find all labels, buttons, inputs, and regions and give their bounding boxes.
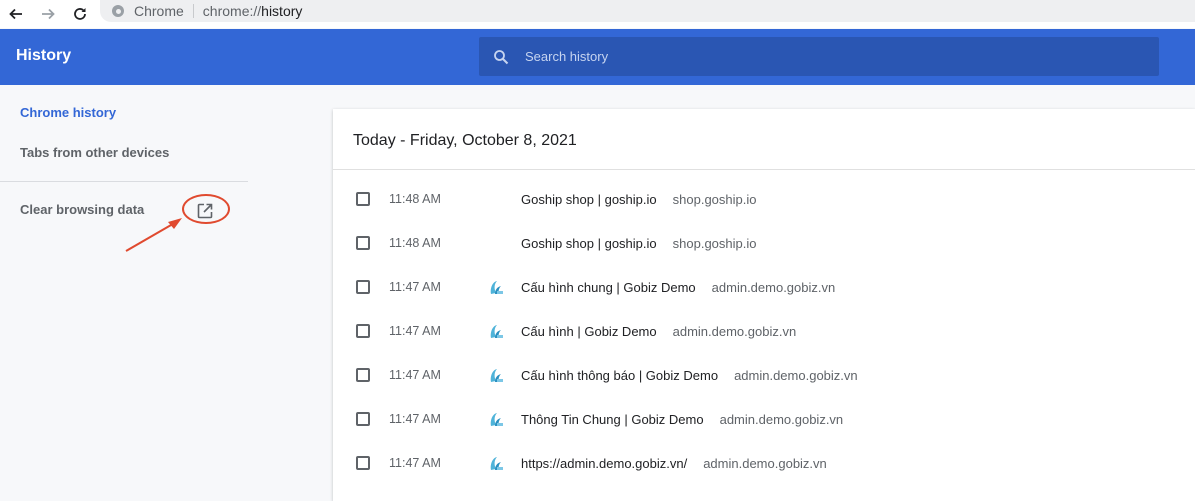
entry-domain: shop.goship.io bbox=[672, 191, 757, 207]
entry-checkbox[interactable] bbox=[356, 280, 370, 294]
history-header: History bbox=[0, 29, 1195, 85]
sidebar-item-chrome-history[interactable]: Chrome history bbox=[20, 105, 116, 120]
entry-title: Goship shop | goship.io bbox=[521, 191, 657, 207]
address-chip: Chrome bbox=[134, 4, 194, 18]
reload-button[interactable] bbox=[64, 0, 96, 28]
entry-checkbox[interactable] bbox=[356, 368, 370, 382]
sidebar-item-tabs-other-devices[interactable]: Tabs from other devices bbox=[20, 145, 169, 160]
entry-domain: shop.goship.io bbox=[672, 235, 757, 251]
address-bar[interactable]: Chrome chrome://history bbox=[100, 0, 1195, 22]
entry-title: Cấu hình | Gobiz Demo bbox=[521, 323, 657, 339]
entry-title-link[interactable]: Cấu hình thông báo | Gobiz Demo admin.dem… bbox=[521, 368, 858, 383]
entry-domain: admin.demo.gobiz.vn bbox=[719, 411, 844, 427]
entry-title-link[interactable]: Goship shop | goship.io shop.goship.io bbox=[521, 192, 756, 207]
history-entry[interactable]: 11:47 AM https://admin.demo.gobiz.vn/admi… bbox=[333, 441, 1195, 485]
entry-title: Goship shop | goship.io bbox=[521, 235, 657, 251]
entry-title-link[interactable]: https://admin.demo.gobiz.vn/admin.demo.g… bbox=[521, 456, 827, 471]
entry-title-link[interactable]: Cấu hình chung | Gobiz Demo admin.demo.go… bbox=[521, 280, 835, 295]
reload-icon bbox=[74, 8, 86, 20]
history-entry[interactable]: 11:47 AM Thông Tin Chung | Gobiz Demo admi… bbox=[333, 397, 1195, 441]
entry-time: 11:47 AM bbox=[389, 456, 441, 470]
entry-checkbox[interactable] bbox=[356, 324, 370, 338]
entry-checkbox[interactable] bbox=[356, 192, 370, 206]
history-entry[interactable]: 11:48 AM Goship shop | goship.io shop.gosh… bbox=[333, 221, 1195, 265]
entry-checkbox[interactable] bbox=[356, 456, 370, 470]
sidebar: Chrome history Tabs from other devices C… bbox=[0, 85, 248, 501]
back-button[interactable] bbox=[0, 0, 32, 28]
entry-domain: admin.demo.gobiz.vn bbox=[711, 279, 836, 295]
entry-title-link[interactable]: Thông Tin Chung | Gobiz Demo admin.demo.g… bbox=[521, 412, 843, 427]
gobiz-icon bbox=[490, 280, 503, 294]
entry-time: 11:47 AM bbox=[389, 368, 441, 382]
url-scheme: chrome:// bbox=[202, 3, 262, 19]
entry-time: 11:47 AM bbox=[389, 412, 441, 426]
entry-time: 11:48 AM bbox=[389, 236, 441, 250]
search-icon bbox=[494, 49, 509, 64]
entry-title: Thông Tin Chung | Gobiz Demo bbox=[521, 411, 704, 427]
sidebar-divider bbox=[0, 181, 248, 182]
entry-title: https://admin.demo.gobiz.vn/ bbox=[521, 455, 688, 471]
entry-checkbox[interactable] bbox=[356, 236, 370, 250]
entry-time: 11:47 AM bbox=[389, 280, 441, 294]
history-entry[interactable]: 11:48 AM Goship shop | goship.io shop.gosh… bbox=[333, 177, 1195, 221]
history-entry[interactable]: 11:47 AM Cấu hình | Gobiz Demo admin.demo.… bbox=[333, 309, 1195, 353]
chrome-icon bbox=[112, 5, 124, 17]
entry-title: Cấu hình chung | Gobiz Demo bbox=[521, 279, 696, 295]
history-card: Today - Friday, October 8, 2021 11:48 AM… bbox=[333, 109, 1195, 501]
arrow-left-icon bbox=[9, 8, 22, 20]
gobiz-icon bbox=[490, 324, 503, 338]
entry-checkbox[interactable] bbox=[356, 412, 370, 426]
gobiz-icon bbox=[490, 456, 503, 470]
entry-title-link[interactable]: Goship shop | goship.io shop.goship.io bbox=[521, 236, 756, 251]
entry-domain: admin.demo.gobiz.vn bbox=[672, 323, 797, 339]
entry-time: 11:47 AM bbox=[389, 324, 441, 338]
card-divider bbox=[333, 169, 1195, 170]
entry-title: Cấu hình thông báo | Gobiz Demo bbox=[521, 367, 719, 383]
search-input[interactable] bbox=[525, 49, 1159, 64]
arrow-right-icon bbox=[42, 8, 55, 20]
address-url: chrome://history bbox=[203, 3, 303, 19]
entry-title-link[interactable]: Cấu hình | Gobiz Demo admin.demo.gobiz.vn bbox=[521, 324, 796, 339]
annotation-arrow-icon bbox=[125, 218, 182, 252]
entry-domain: admin.demo.gobiz.vn bbox=[734, 367, 858, 383]
page-title: History bbox=[16, 47, 72, 64]
gobiz-icon bbox=[490, 412, 503, 426]
search-box[interactable] bbox=[479, 37, 1159, 76]
entry-domain: admin.demo.gobiz.vn bbox=[703, 455, 827, 471]
history-entry[interactable]: 11:47 AM Cấu hình thông báo | Gobiz Demo a… bbox=[333, 353, 1195, 397]
entry-time: 11:48 AM bbox=[389, 192, 441, 206]
forward-button[interactable] bbox=[32, 0, 64, 28]
date-heading: Today - Friday, October 8, 2021 bbox=[353, 132, 577, 149]
url-path: history bbox=[261, 3, 303, 19]
gobiz-icon bbox=[490, 368, 503, 382]
browser-toolbar: Chrome chrome://history bbox=[0, 0, 1195, 28]
history-entry[interactable]: 11:47 AM Cấu hình chung | Gobiz Demo admin… bbox=[333, 265, 1195, 309]
